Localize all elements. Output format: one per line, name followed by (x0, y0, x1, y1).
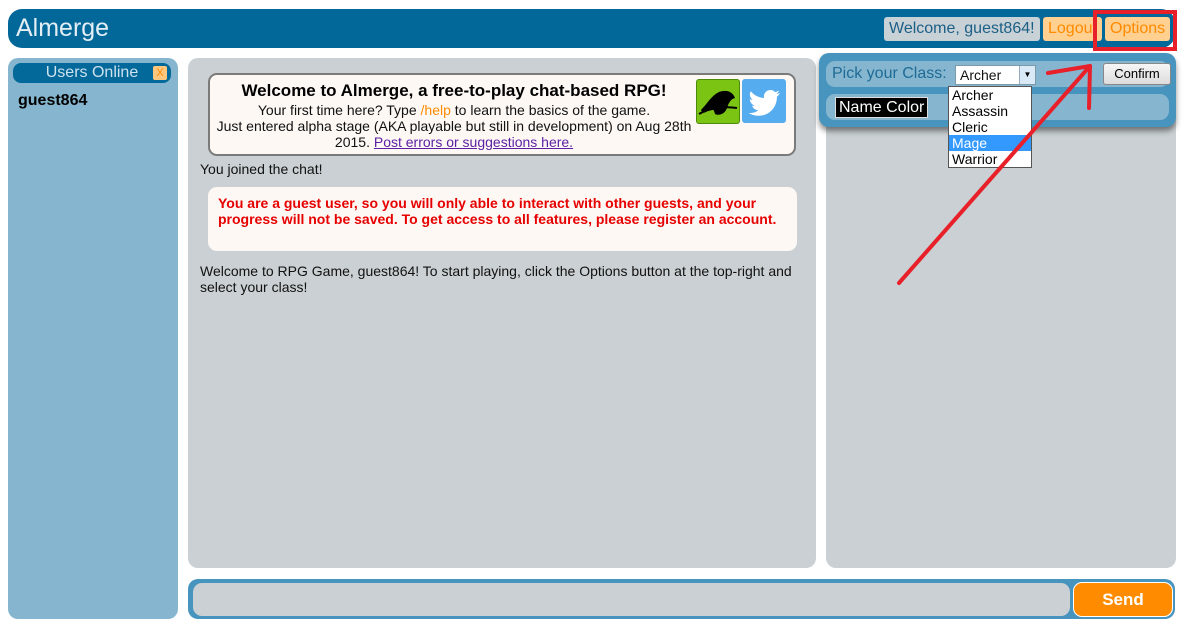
class-option-mage[interactable]: Mage (949, 135, 1031, 151)
users-online-header: Users Online X (13, 63, 171, 83)
class-option-warrior[interactable]: Warrior (949, 151, 1031, 167)
class-select-value: Archer (960, 67, 1002, 83)
send-button[interactable]: Send (1073, 582, 1173, 617)
chat-input[interactable] (193, 583, 1070, 616)
class-option-cleric[interactable]: Cleric (949, 119, 1031, 135)
post-errors-link[interactable]: Post errors or suggestions here. (374, 134, 573, 150)
class-option-archer[interactable]: Archer (949, 87, 1031, 103)
welcome-user-label: Welcome, guest864! (884, 17, 1040, 41)
close-icon[interactable]: X (153, 66, 167, 80)
welcome-line1-post: to learn the basics of the game. (450, 102, 651, 118)
chat-message: Welcome to RPG Game, guest864! To start … (200, 263, 792, 295)
welcome-banner: Welcome to Almerge, a free-to-play chat-… (208, 73, 796, 156)
chat-message: You joined the chat! (200, 161, 323, 177)
chevron-down-icon[interactable]: ▼ (1019, 66, 1035, 84)
logout-button[interactable]: Logout (1043, 17, 1102, 41)
user-list-item[interactable]: guest864 (18, 92, 87, 110)
app-header: Almerge Welcome, guest864! Logout Option… (8, 9, 1175, 48)
help-command: /help (420, 102, 451, 118)
app-title: Almerge (16, 14, 110, 42)
welcome-line1-pre: Your first time here? Type (257, 102, 421, 118)
chat-input-bar: Send (188, 579, 1175, 619)
users-online-title: Users Online (45, 64, 139, 81)
class-dropdown-list: Archer Assassin Cleric Mage Warrior (948, 86, 1032, 168)
twitter-icon[interactable] (742, 79, 786, 123)
welcome-text: Your first time here? Type /help to lear… (216, 102, 692, 150)
kongregate-icon[interactable] (696, 79, 740, 124)
options-button[interactable]: Options (1105, 17, 1171, 41)
welcome-title: Welcome to Almerge, a free-to-play chat-… (241, 81, 667, 100)
confirm-button[interactable]: Confirm (1103, 63, 1171, 85)
class-picker-row: Pick your Class: Archer ▼ Confirm (826, 61, 1171, 87)
chat-panel: Welcome to Almerge, a free-to-play chat-… (188, 58, 816, 568)
class-option-assassin[interactable]: Assassin (949, 103, 1031, 119)
users-online-panel: Users Online X guest864 (8, 58, 178, 619)
pick-class-label: Pick your Class: (832, 65, 947, 82)
class-select[interactable]: Archer ▼ (955, 65, 1036, 85)
guest-warning-message: You are a guest user, so you will only a… (208, 187, 797, 251)
name-color-button[interactable]: Name Color (835, 97, 929, 118)
